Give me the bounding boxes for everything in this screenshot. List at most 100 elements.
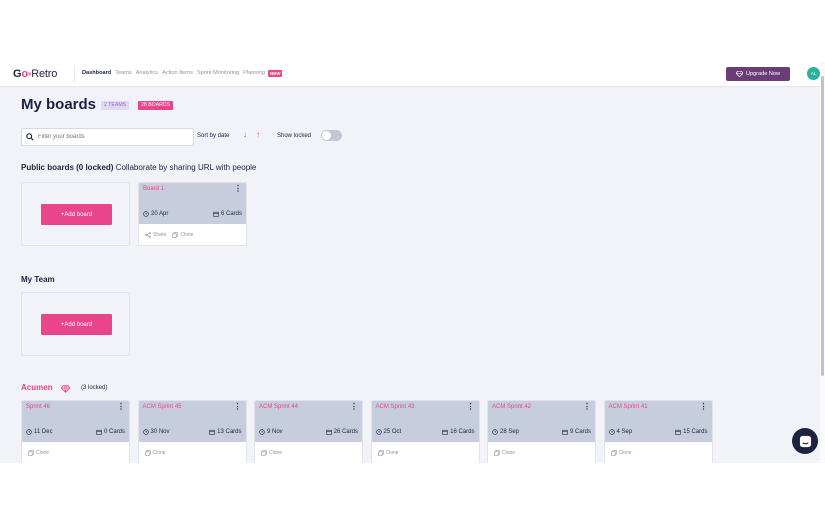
sort-descending-icon[interactable]: ↓ <box>243 131 247 139</box>
clone-icon <box>494 449 500 456</box>
clone-icon <box>144 449 151 456</box>
more-options-icon[interactable]: ⋮ <box>234 403 242 411</box>
share-icon <box>145 231 151 238</box>
board-card[interactable]: ACM Sprint 44 ⋮ 9 Nov 26 Cards Clone <box>254 400 363 463</box>
premium-diamond-icon <box>61 385 70 393</box>
board-name[interactable]: ACM Sprint 44 <box>259 404 298 410</box>
clone-button[interactable]: Clone <box>261 450 282 456</box>
clone-icon <box>172 231 179 238</box>
board-card-footer: Clone <box>605 442 712 463</box>
top-navbar: Go×Retro Dashboard Teams Analytics Actio… <box>0 62 820 87</box>
clock-icon <box>259 429 265 435</box>
nav-analytics[interactable]: Analytics <box>136 70 158 77</box>
clone-button[interactable]: Clone <box>610 449 632 456</box>
board-card-header: Board 1 ⋮ 20 Apr 6 Cards <box>139 183 246 224</box>
page-scrollbar[interactable] <box>820 62 825 463</box>
board-filter-field[interactable] <box>21 128 194 146</box>
upgrade-now-button[interactable]: Upgrade Now <box>726 67 790 81</box>
new-badge: NEW <box>267 69 283 77</box>
clock-icon <box>26 429 32 435</box>
board-name[interactable]: ACM Sprint 45 <box>143 404 182 410</box>
chat-icon <box>799 435 811 447</box>
clone-button[interactable]: Clone <box>144 449 166 456</box>
nav-divider <box>74 66 75 82</box>
board-date: 20 Apr <box>143 211 168 217</box>
scrollbar-thumb[interactable] <box>821 76 824 376</box>
board-card[interactable]: ACM Sprint 41 ⋮ 4 Sep 15 Cards Clone <box>603 400 713 463</box>
board-date-text: 20 Apr <box>151 211 169 217</box>
chat-launcher-button[interactable] <box>792 428 818 454</box>
more-options-icon[interactable]: ⋮ <box>467 403 475 411</box>
nav-teams[interactable]: Teams <box>115 70 131 77</box>
board-card[interactable]: ACM Sprint 43 ⋮ 25 Oct 16 Cards Clone <box>370 400 480 463</box>
board-cards-text: 15 Cards <box>683 429 708 435</box>
board-date-text: 30 Nov <box>150 429 170 435</box>
clock-icon <box>143 211 149 217</box>
app-window: Go×Retro Dashboard Teams Analytics Actio… <box>0 62 820 463</box>
goretro-logo[interactable]: Go×Retro <box>13 68 57 80</box>
nav-action-items[interactable]: Action Items <box>162 70 193 77</box>
upgrade-label: Upgrade Now <box>745 71 781 77</box>
board-card[interactable]: ACM Sprint 42 ⋮ 28 Sep 9 Cards Clone <box>487 400 596 463</box>
clone-icon <box>261 449 267 456</box>
sort-ascending-icon[interactable]: ↑ <box>256 131 260 139</box>
more-options-icon[interactable]: ⋮ <box>117 403 125 411</box>
nav-dashboard[interactable]: Dashboard <box>82 70 111 77</box>
boards-count-badge: 28 BOARDS <box>138 101 174 110</box>
clone-button[interactable]: Clone <box>377 449 399 456</box>
board-name[interactable]: ACM Sprint 42 <box>492 404 531 410</box>
board-card-header: ACM Sprint 44 ⋮ 9 Nov 26 Cards <box>255 401 362 442</box>
board-card-count: 15 Cards <box>675 429 708 435</box>
board-date: 4 Sep <box>608 429 632 435</box>
board-name[interactable]: ACM Sprint 41 <box>609 404 648 410</box>
show-locked-toggle[interactable] <box>321 130 342 141</box>
board-name[interactable]: Sprint 46 <box>26 404 50 410</box>
board-cards-text: 9 Cards <box>569 429 591 435</box>
clone-button[interactable]: Clone <box>494 450 515 456</box>
clock-icon <box>142 429 149 435</box>
more-options-icon[interactable]: ⋮ <box>350 403 358 411</box>
clone-label: Clone <box>618 449 632 456</box>
board-name[interactable]: ACM Sprint 43 <box>376 404 415 410</box>
more-options-icon[interactable]: ⋮ <box>583 403 591 411</box>
board-card-header: Sprint 46 ⋮ 11 Dec 0 Cards <box>22 401 129 442</box>
board-card-count: 26 Cards <box>325 429 358 435</box>
share-label: Share <box>153 231 167 238</box>
public-boards-heading: Public boards (0 locked) Collaborate by … <box>21 163 256 172</box>
board-name[interactable]: Board 1 <box>143 186 164 192</box>
board-card[interactable]: Sprint 46 ⋮ 11 Dec 0 Cards Clone <box>21 400 130 463</box>
clone-label: Clone <box>385 449 399 456</box>
board-card-header: ACM Sprint 43 ⋮ 25 Oct 16 Cards <box>371 401 479 442</box>
clone-button[interactable]: Clone <box>28 450 49 456</box>
acumen-heading: Acumen <box>21 383 53 392</box>
board-card[interactable]: Board 1 ⋮ 20 Apr 6 Cards Share Clone <box>138 182 247 246</box>
board-card-footer: Clone <box>488 442 595 463</box>
board-card-count: 13 Cards <box>209 429 242 435</box>
nav-planning[interactable]: Planning <box>243 70 265 77</box>
user-avatar[interactable]: AL <box>807 67 820 80</box>
nav-sprint-monitoring[interactable]: Sprint Monitoring <box>197 70 239 77</box>
search-input[interactable] <box>38 134 188 140</box>
board-date: 25 Oct <box>375 429 402 435</box>
teams-count-badge: 2 TEAMS <box>101 101 130 110</box>
board-card[interactable]: ACM Sprint 45 ⋮ 30 Nov 13 Cards Clone <box>137 400 247 463</box>
board-date: 28 Sep <box>492 429 519 435</box>
clone-button[interactable]: Clone <box>172 232 193 238</box>
logo-text: R <box>31 68 39 80</box>
board-card-footer: Clone <box>255 442 362 463</box>
board-date-text: 11 Dec <box>34 429 53 435</box>
board-cards-text: 16 Cards <box>450 429 475 435</box>
add-board-button[interactable]: +Add board <box>41 314 112 335</box>
board-date-text: 25 Oct <box>383 429 402 435</box>
my-team-heading: My Team <box>21 275 55 284</box>
share-button[interactable]: Share <box>145 232 166 238</box>
cards-icon <box>562 429 568 435</box>
board-date-text: 9 Nov <box>267 429 283 435</box>
sort-label: Sort by date <box>197 133 230 139</box>
more-options-icon[interactable]: ⋮ <box>234 185 242 193</box>
more-options-icon[interactable]: ⋮ <box>700 403 708 411</box>
board-date: 11 Dec <box>26 429 53 435</box>
board-cards-text: 6 Cards <box>220 211 242 217</box>
cards-icon <box>675 429 681 435</box>
add-board-button[interactable]: +Add board <box>41 204 112 225</box>
